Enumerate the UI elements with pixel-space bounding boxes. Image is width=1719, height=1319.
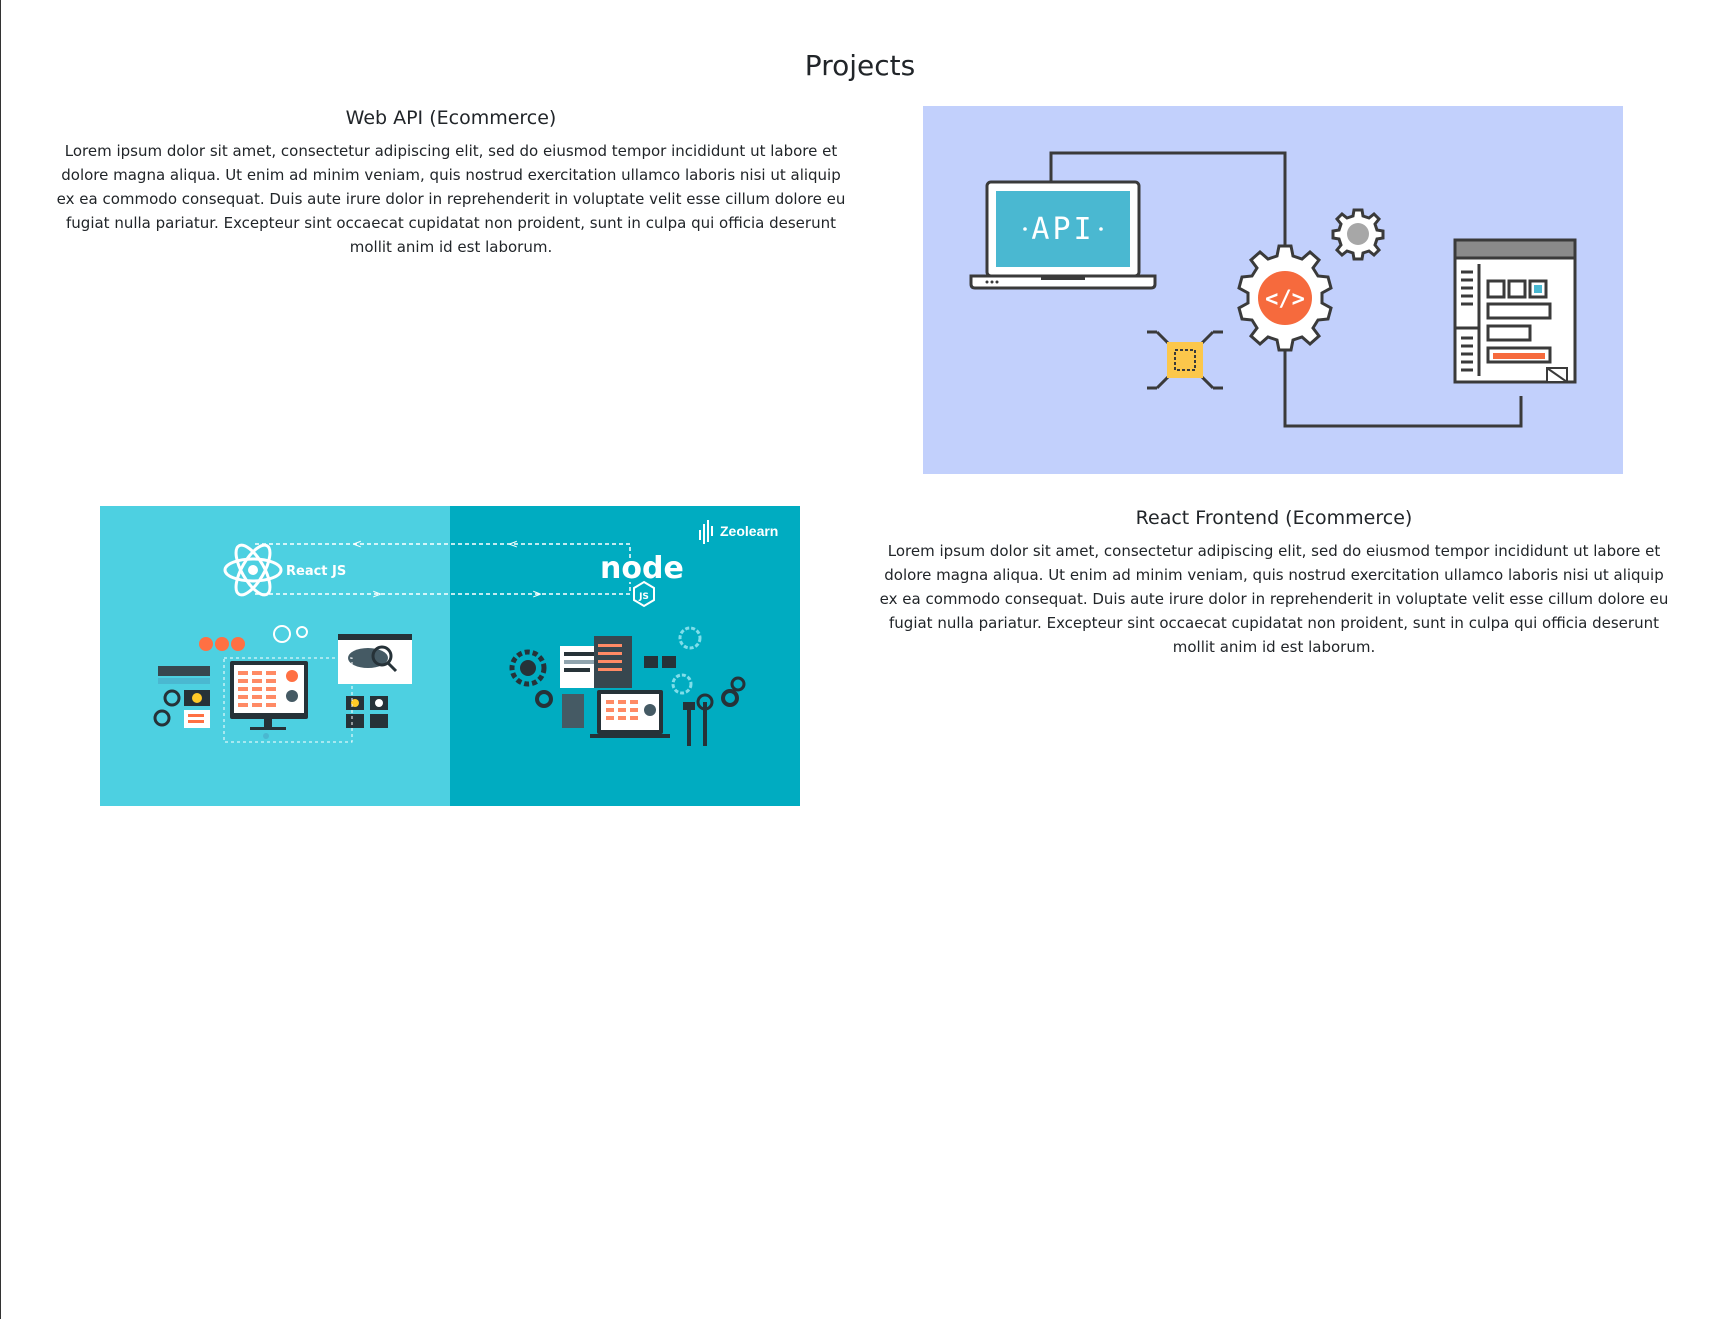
svg-text:>: > <box>532 587 542 601</box>
react-node-illustration: Zeolearn < < > > React JS node JS <box>100 506 800 806</box>
svg-text:<: < <box>352 537 362 551</box>
node-label: node <box>600 551 684 586</box>
project-react-frontend-text: React Frontend (Ecommerce) Lorem ipsum d… <box>879 505 1669 659</box>
project-description: Lorem ipsum dolor sit amet, consectetur … <box>56 142 846 256</box>
project-web-api-text: Web API (Ecommerce) Lorem ipsum dolor si… <box>56 105 846 259</box>
projects-page: Projects Web API (Ecommerce) Lorem ipsum… <box>0 0 1719 1319</box>
svg-text:JS: JS <box>638 592 649 602</box>
project-description: Lorem ipsum dolor sit amet, consectetur … <box>879 542 1669 656</box>
project-title: React Frontend (Ecommerce) <box>1135 507 1413 529</box>
svg-text:>: > <box>372 587 382 601</box>
api-illustration: API </> <box>923 106 1623 474</box>
brand-name: Zeolearn <box>720 523 778 539</box>
browser-window-icon <box>1453 238 1577 384</box>
api-label: API <box>1031 212 1094 247</box>
react-label: React JS <box>286 564 346 579</box>
laptop-icon: API <box>969 180 1157 290</box>
svg-text:<: < <box>508 537 518 551</box>
gear-icon: </> <box>1237 244 1333 352</box>
project-title: Web API (Ecommerce) <box>345 107 557 129</box>
page-title: Projects <box>804 49 916 82</box>
svg-text:</>: </> <box>1265 287 1305 312</box>
small-gear-icon <box>1331 208 1385 261</box>
